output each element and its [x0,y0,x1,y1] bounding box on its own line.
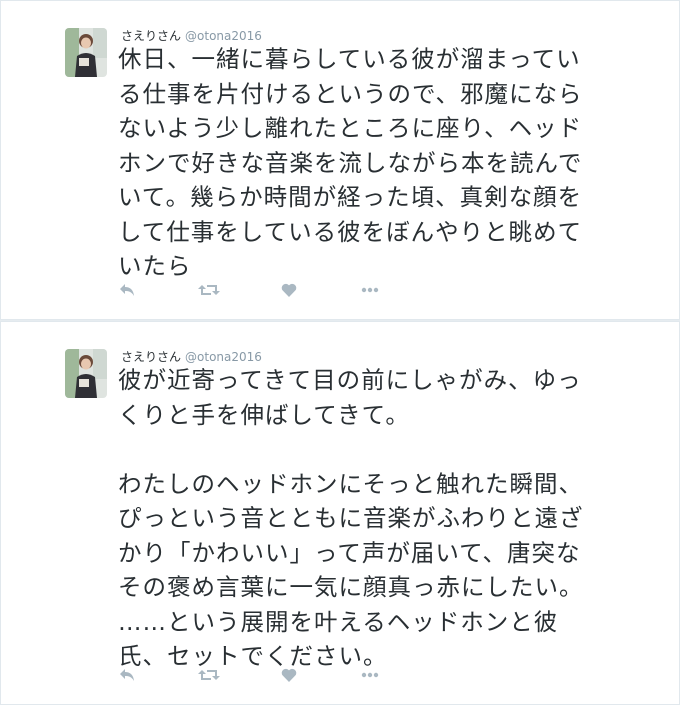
more-button[interactable] [358,279,382,301]
more-button[interactable] [358,664,382,686]
like-button[interactable] [277,279,301,301]
display-name[interactable]: さえりさん [121,350,181,364]
tweet-text: 休日、一緒に暮らしている彼が溜まってい る仕事を片付けるというので、邪魔になら … [118,45,583,280]
tweet-card[interactable]: さえりさん @otona2016 彼が近寄ってきて目の前にしゃがみ、ゆっ くりと手… [0,321,680,705]
display-name[interactable]: さえりさん [121,29,181,43]
more-icon [361,287,379,293]
timeline: さえりさん @otona2016 休日、一緒に暮らしている彼が溜まってい る仕事を… [0,0,680,705]
tweet-actions [115,664,415,686]
tweet-card[interactable]: さえりさん @otona2016 休日、一緒に暮らしている彼が溜まってい る仕事を… [0,0,680,320]
retweet-icon [198,285,220,295]
retweet-button[interactable] [197,664,221,686]
reply-button[interactable] [115,664,139,686]
reply-button[interactable] [115,279,139,301]
avatar[interactable] [65,28,107,77]
more-icon [361,672,379,678]
like-button[interactable] [277,664,301,686]
tweet-actions [115,279,415,301]
retweet-icon [198,670,220,680]
like-icon [281,283,297,297]
reply-icon [120,669,134,681]
username[interactable]: @otona2016 [185,350,262,364]
reply-icon [120,284,134,296]
tweet-text: 彼が近寄ってきて目の前にしゃがみ、ゆっ くりと手を伸ばしてきて。 わたしのヘッド… [118,366,584,670]
avatar[interactable] [65,349,107,398]
username[interactable]: @otona2016 [185,29,262,43]
like-icon [281,668,297,682]
retweet-button[interactable] [197,279,221,301]
